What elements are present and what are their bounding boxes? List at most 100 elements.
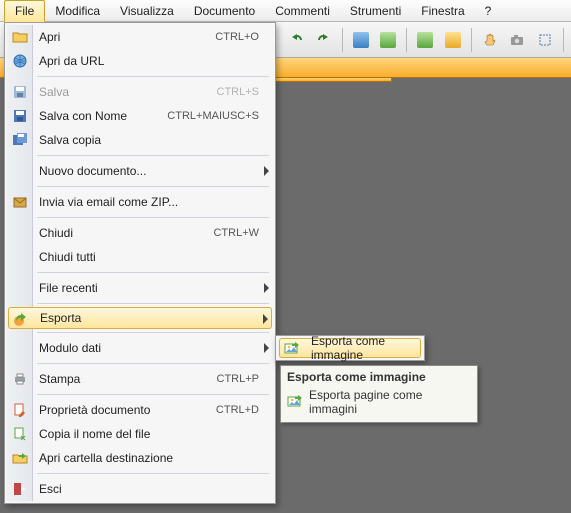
printer-icon — [12, 371, 28, 387]
submenu-arrow-icon — [264, 343, 269, 353]
export-image-icon — [287, 394, 303, 410]
export-icon — [13, 311, 29, 327]
zip-mail-icon — [12, 194, 28, 210]
file-menu-copy-filename[interactable]: Copia il nome del file — [7, 422, 273, 446]
menu-separator — [37, 217, 269, 218]
save-as-icon — [12, 108, 28, 124]
toolbar-button-d[interactable] — [440, 27, 466, 53]
redo-icon — [316, 32, 332, 48]
toolbar-redo-button[interactable] — [311, 27, 337, 53]
toolbar-snapshot-button[interactable] — [505, 27, 531, 53]
file-menu-open-destination-folder[interactable]: Apri cartella destinazione — [7, 446, 273, 470]
menu-label: File recenti — [39, 281, 259, 295]
menu-label: Apri da URL — [39, 54, 259, 68]
menu-label: Esporta come immagine — [311, 334, 410, 362]
menubar-item-file[interactable]: File — [4, 0, 45, 22]
file-menu-open[interactable]: Apri CTRL+O — [7, 25, 273, 49]
menu-separator — [37, 332, 269, 333]
camera-icon — [509, 32, 525, 48]
menu-label: Apri — [39, 30, 215, 44]
file-menu-close[interactable]: Chiudi CTRL+W — [7, 221, 273, 245]
menu-separator — [37, 155, 269, 156]
export-image-icon — [284, 341, 300, 357]
file-menu: Apri CTRL+O Apri da URL Salva CTRL+S Sal… — [4, 22, 276, 504]
menu-label: Modulo dati — [39, 341, 259, 355]
menubar-item-visualizza[interactable]: Visualizza — [110, 0, 184, 21]
menu-label: Apri cartella destinazione — [39, 451, 259, 465]
tooltip-title: Esporta come immagine — [287, 370, 471, 384]
doc-icon — [353, 32, 369, 48]
open-folder-icon — [12, 29, 28, 45]
menu-separator — [37, 76, 269, 77]
file-menu-save: Salva CTRL+S — [7, 80, 273, 104]
menubar-item-modifica[interactable]: Modifica — [45, 0, 110, 21]
toolbar-select-button[interactable] — [532, 27, 558, 53]
toolbar-button-b[interactable] — [375, 27, 401, 53]
menu-label: Salva — [39, 85, 217, 99]
submenu-arrow-icon — [264, 166, 269, 176]
menu-separator — [37, 303, 269, 304]
menu-label: Copia il nome del file — [39, 427, 259, 441]
menu-label: Stampa — [39, 372, 217, 386]
file-menu-doc-properties[interactable]: Proprietà documento CTRL+D — [7, 398, 273, 422]
page-icon — [445, 32, 461, 48]
file-menu-save-copy[interactable]: Salva copia — [7, 128, 273, 152]
menubar: File Modifica Visualizza Documento Comme… — [0, 0, 571, 22]
file-menu-exit[interactable]: Esci — [7, 477, 273, 501]
globe-icon — [12, 53, 28, 69]
exit-icon — [12, 481, 28, 497]
menu-accel: CTRL+D — [216, 404, 259, 416]
menu-label: Chiudi tutti — [39, 250, 259, 264]
toolbar-separator — [563, 28, 564, 52]
file-menu-email-zip[interactable]: Invia via email come ZIP... — [7, 190, 273, 214]
toolbar-separator — [471, 28, 472, 52]
undo-icon — [288, 32, 304, 48]
tooltip-body: Esporta pagine come immagini — [287, 388, 471, 416]
properties-icon — [12, 402, 28, 418]
file-menu-new-document[interactable]: Nuovo documento... — [7, 159, 273, 183]
menu-accel: CTRL+O — [215, 31, 259, 43]
file-menu-print[interactable]: Stampa CTRL+P — [7, 367, 273, 391]
tooltip-text: Esporta pagine come immagini — [309, 388, 471, 416]
tooltip: Esporta come immagine Esporta pagine com… — [280, 365, 478, 423]
file-menu-data-module[interactable]: Modulo dati — [7, 336, 273, 360]
select-icon — [537, 32, 553, 48]
file-menu-open-url[interactable]: Apri da URL — [7, 49, 273, 73]
file-menu-save-as[interactable]: Salva con Nome CTRL+MAIUSC+S — [7, 104, 273, 128]
menubar-item-strumenti[interactable]: Strumenti — [340, 0, 411, 21]
menu-separator — [37, 272, 269, 273]
toolbar-button-c[interactable] — [412, 27, 438, 53]
copy-name-icon — [12, 426, 28, 442]
menu-label: Chiudi — [39, 226, 213, 240]
toolbar-undo-button[interactable] — [283, 27, 309, 53]
menu-separator — [37, 363, 269, 364]
open-destination-folder-icon — [12, 450, 28, 466]
menu-accel: CTRL+MAIUSC+S — [167, 110, 259, 122]
menu-accel: CTRL+S — [217, 86, 260, 98]
menu-label: Nuovo documento... — [39, 164, 259, 178]
export-submenu: Esporta come immagine — [275, 335, 425, 361]
file-menu-export[interactable]: Esporta — [8, 307, 272, 329]
submenu-arrow-icon — [264, 283, 269, 293]
menu-separator — [37, 473, 269, 474]
toolbar-hand-button[interactable] — [477, 27, 503, 53]
menu-label: Invia via email come ZIP... — [39, 195, 259, 209]
menu-separator — [37, 186, 269, 187]
save-copy-icon — [12, 132, 28, 148]
menubar-item-documento[interactable]: Documento — [184, 0, 265, 21]
page-add-icon — [417, 32, 433, 48]
export-submenu-as-image[interactable]: Esporta come immagine — [279, 338, 421, 358]
menu-label: Esci — [39, 482, 259, 496]
menu-accel: CTRL+P — [217, 373, 260, 385]
menubar-item-finestra[interactable]: Finestra — [411, 0, 474, 21]
menu-separator — [37, 394, 269, 395]
menu-label: Proprietà documento — [39, 403, 216, 417]
file-menu-recent[interactable]: File recenti — [7, 276, 273, 300]
file-menu-close-all[interactable]: Chiudi tutti — [7, 245, 273, 269]
toolbar-separator — [406, 28, 407, 52]
menu-label: Salva con Nome — [39, 109, 167, 123]
hand-icon — [482, 32, 498, 48]
menubar-item-commenti[interactable]: Commenti — [265, 0, 340, 21]
toolbar-button-a[interactable] — [348, 27, 374, 53]
menubar-item-help[interactable]: ? — [475, 0, 502, 21]
